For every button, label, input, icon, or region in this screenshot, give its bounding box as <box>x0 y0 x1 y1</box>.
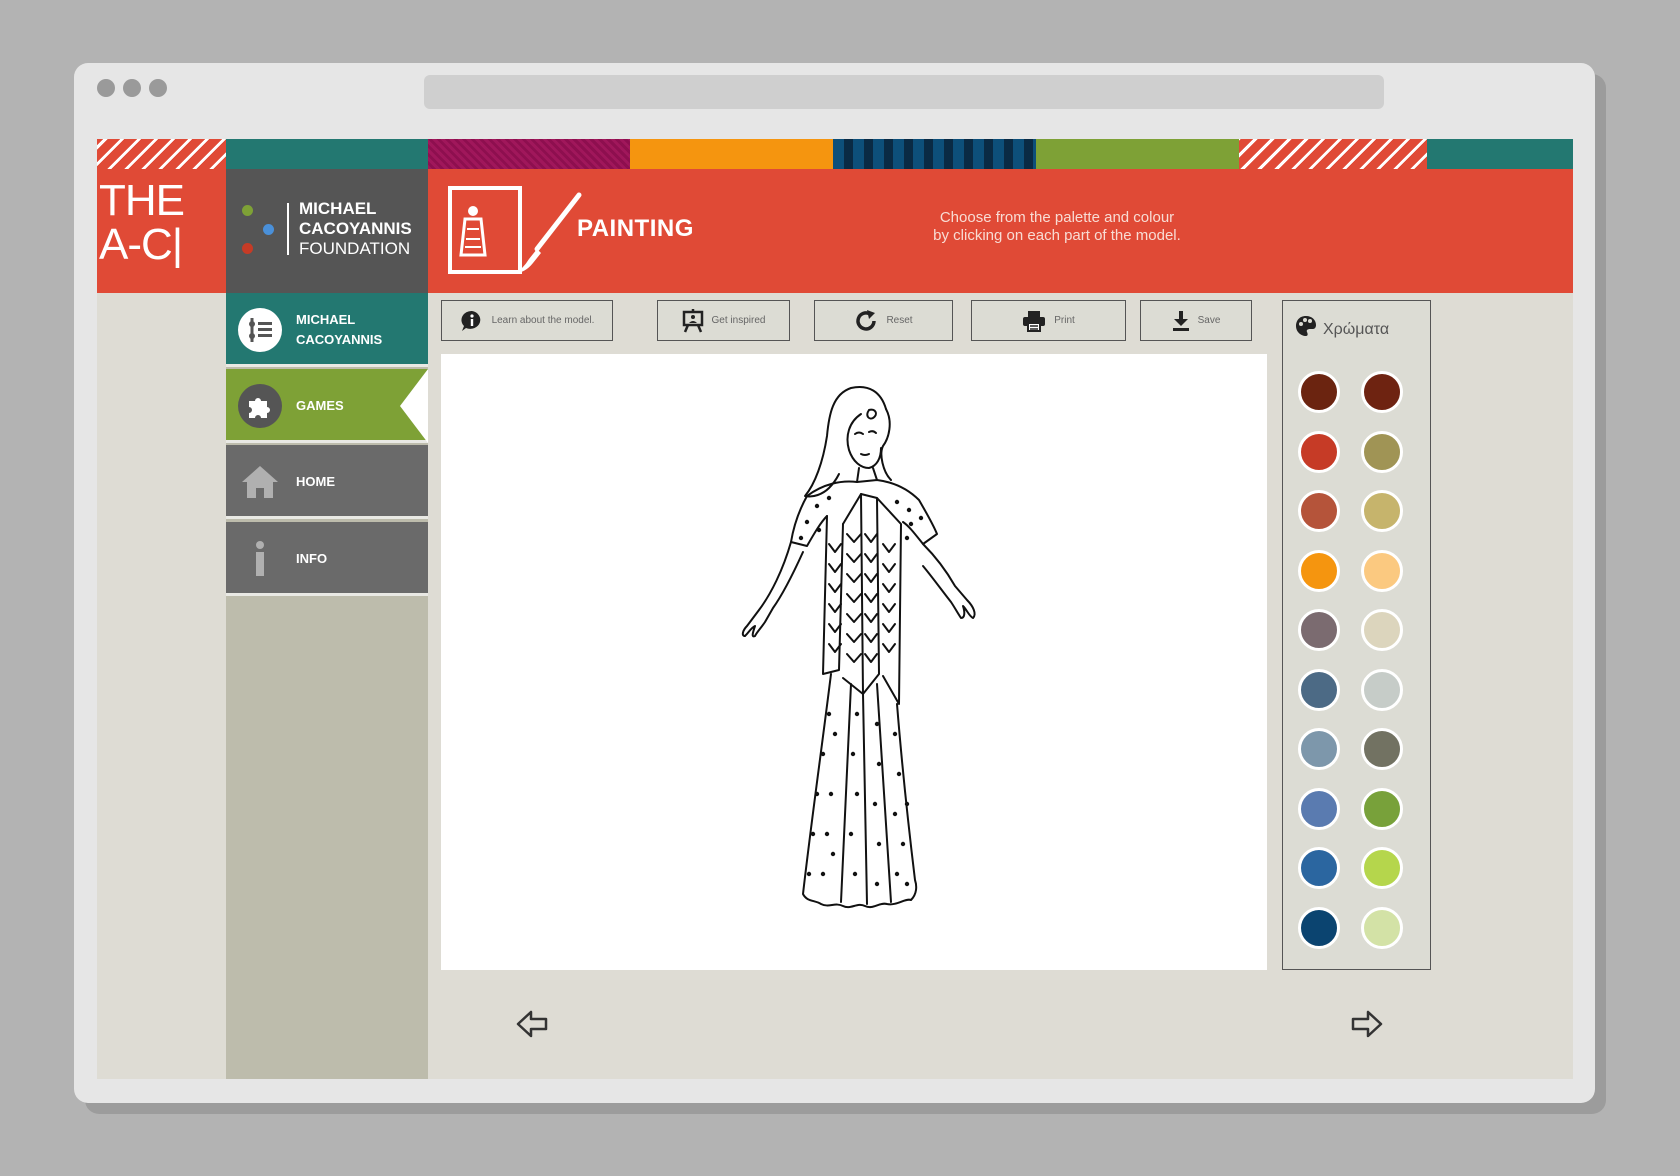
strip-segment-teal-2 <box>1427 139 1573 169</box>
decorative-color-strip <box>97 139 1573 169</box>
foundation-divider <box>287 203 289 255</box>
sidebar-item-label: GAMES <box>296 398 344 413</box>
color-swatch[interactable] <box>1298 847 1340 889</box>
window-dot-maximize[interactable] <box>149 79 167 97</box>
get-inspired-button[interactable]: Get inspired <box>657 300 790 341</box>
color-swatch[interactable] <box>1361 847 1403 889</box>
sidebar-item-label: HOME <box>296 474 335 489</box>
foundation-line-2: CACOYANNIS <box>299 219 412 238</box>
window-dot-close[interactable] <box>97 79 115 97</box>
color-swatch[interactable] <box>1298 728 1340 770</box>
page-header: THE A-C| MICHAEL CACOYANNIS FOUNDATION P… <box>97 169 1573 293</box>
strip-segment-orange <box>630 139 833 169</box>
foundation-line-1: MICHAEL <box>299 199 377 218</box>
reset-button[interactable]: Reset <box>814 300 953 341</box>
foundation-dot-red <box>242 243 253 254</box>
palette-title: Χρώματα <box>1323 321 1390 338</box>
color-swatch[interactable] <box>1361 668 1403 711</box>
window-dot-minimize[interactable] <box>123 79 141 97</box>
print-label: Print <box>1054 315 1075 326</box>
info-icon <box>256 541 264 576</box>
color-swatch[interactable] <box>1298 787 1340 830</box>
logo-line-2: A-C| <box>99 220 183 269</box>
sidebar-item-label: MICHAEL <box>296 312 356 327</box>
save-button[interactable]: Save <box>1140 300 1252 341</box>
reset-label: Reset <box>886 315 913 326</box>
save-label: Save <box>1197 315 1221 326</box>
sidebar-item-label: INFO <box>296 551 328 566</box>
page-title: PAINTING <box>577 215 694 242</box>
model-face <box>846 413 882 469</box>
model-skirt <box>802 673 918 909</box>
logo-line-1: THE <box>99 176 185 225</box>
foundation-logo[interactable]: MICHAEL CACOYANNIS FOUNDATION <box>226 169 428 293</box>
color-swatch[interactable] <box>1298 371 1340 413</box>
paintbrush-icon <box>515 192 582 273</box>
previous-arrow-icon[interactable] <box>515 1007 549 1041</box>
color-swatch[interactable] <box>1361 430 1403 473</box>
strip-segment-teal <box>226 139 428 169</box>
color-swatch[interactable] <box>1298 668 1340 711</box>
color-swatch[interactable] <box>1361 490 1403 532</box>
puzzle-icon <box>238 384 282 428</box>
foundation-dot-green <box>242 205 253 216</box>
color-swatch[interactable] <box>1361 787 1403 830</box>
page-viewport: THE A-C| MICHAEL CACOYANNIS FOUNDATION P… <box>97 139 1573 1079</box>
color-swatch[interactable] <box>1298 430 1340 473</box>
foundation-dot-blue <box>263 224 274 235</box>
sidebar-item-info[interactable]: INFO <box>226 522 428 596</box>
learn-about-model-button[interactable]: Learn about the model. <box>441 300 613 341</box>
learn-about-model-label: Learn about the model. <box>491 315 595 326</box>
coloring-canvas[interactable] <box>441 354 1267 970</box>
sidebar-item-michael-cacoyannis[interactable]: MICHAEL CACOYANNIS <box>226 293 428 367</box>
get-inspired-label: Get inspired <box>711 315 766 326</box>
instructions-line-2: by clicking on each part of the model. <box>933 227 1181 244</box>
printer-icon <box>1023 310 1046 332</box>
color-swatch[interactable] <box>1361 906 1403 949</box>
model-right-arm <box>922 543 976 619</box>
next-arrow-icon[interactable] <box>1350 1007 1384 1041</box>
download-icon <box>1172 310 1189 331</box>
dress-model-drawing[interactable] <box>711 374 991 944</box>
color-palette-panel: Χρώματα <box>1282 300 1431 970</box>
strip-segment-green <box>1036 139 1239 169</box>
instructions-line-1: Choose from the palette and colour <box>939 209 1175 226</box>
easel-icon <box>682 308 703 332</box>
color-swatch[interactable] <box>1298 609 1340 651</box>
sidebar-item-home[interactable]: HOME <box>226 445 428 519</box>
strip-segment-hatch <box>97 139 226 169</box>
color-swatch[interactable] <box>1361 609 1403 651</box>
home-icon <box>242 466 278 498</box>
address-bar[interactable] <box>424 75 1384 109</box>
sidebar-item-games[interactable]: GAMES <box>226 369 428 443</box>
color-swatch[interactable] <box>1361 728 1403 770</box>
color-swatch[interactable] <box>1298 549 1340 592</box>
print-button[interactable]: Print <box>971 300 1126 341</box>
strip-segment-hatch-2 <box>1239 139 1427 169</box>
active-indicator <box>400 369 428 443</box>
info-bubble-icon <box>461 310 480 331</box>
palette-icon <box>1296 316 1316 336</box>
foundation-line-3: FOUNDATION <box>299 239 411 258</box>
browser-window: THE A-C| MICHAEL CACOYANNIS FOUNDATION P… <box>74 63 1595 1103</box>
site-logo[interactable]: THE A-C| <box>99 176 185 269</box>
reset-icon <box>856 309 877 331</box>
sidebar-item-label-2: CACOYANNIS <box>296 332 383 347</box>
list-icon <box>238 308 282 352</box>
strip-segment-magenta <box>428 139 630 169</box>
color-swatch[interactable] <box>1361 371 1403 413</box>
strip-segment-blue <box>833 139 1036 169</box>
instructions-text: Choose from the palette and colour by cl… <box>847 209 1267 245</box>
color-swatch[interactable] <box>1298 906 1340 949</box>
model-left-arm <box>741 541 804 638</box>
color-swatch[interactable] <box>1298 490 1340 532</box>
color-swatch[interactable] <box>1361 549 1403 592</box>
